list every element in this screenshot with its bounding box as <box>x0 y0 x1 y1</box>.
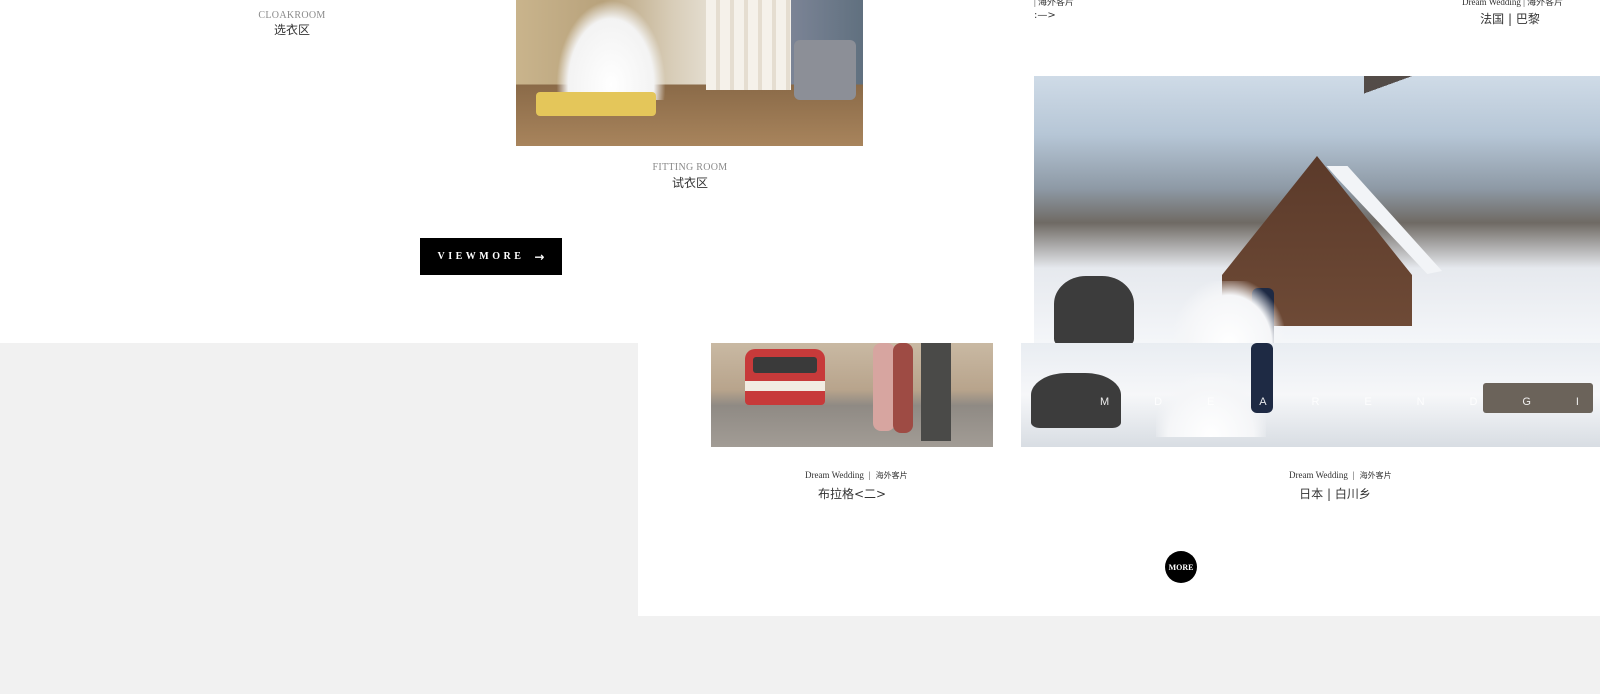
overlay-letter: N <box>1416 396 1426 408</box>
prague-meta: Dream Wedding | 海外客片 <box>805 470 908 481</box>
overlay-letter: M <box>1100 396 1111 408</box>
snow-rock <box>1054 276 1134 343</box>
sofa <box>794 40 856 100</box>
dress-platform <box>536 92 656 116</box>
lamp-post <box>921 343 951 441</box>
cloakroom-caption-zh: 选衣区 <box>273 23 310 37</box>
shirakawa-photo-lower[interactable] <box>1021 343 1600 447</box>
shirakawa-meta: Dream Wedding | 海外客片 <box>1289 470 1392 481</box>
overlay-letter: A <box>1259 396 1268 408</box>
bride-gown <box>1174 281 1284 343</box>
shirakawa-sep: | <box>1352 470 1355 480</box>
fitting-room-caption-en: FITTING ROOM <box>652 162 728 173</box>
tram-band <box>745 381 825 391</box>
overlay-letter: R <box>1311 396 1321 408</box>
overlay-letter: D <box>1154 396 1164 408</box>
cloakroom-caption-en: CLOAKROOM <box>258 10 326 21</box>
prague-sep: | <box>868 470 871 480</box>
overlay-letter: G <box>1522 396 1532 408</box>
tram-windows <box>753 357 817 373</box>
album-fragment-right-meta: Dream Wedding | 海外客片 <box>1462 0 1564 7</box>
bride-figure <box>873 343 895 431</box>
prague-photo[interactable] <box>711 343 993 447</box>
prague-title[interactable]: 布拉格<二> <box>772 485 932 502</box>
view-more-button[interactable]: VIEWMORE → <box>420 238 562 275</box>
album-fragment-right-title[interactable]: 法国 | 巴黎 <box>1440 10 1580 27</box>
wedding-dress <box>556 0 666 100</box>
shirakawa-title[interactable]: 日本 | 白川乡 <box>1255 485 1415 502</box>
overlay-letter: D <box>1469 396 1479 408</box>
prague-brand: Dream Wedding <box>805 470 864 480</box>
album-fragment-left-title[interactable]: :—> <box>1034 10 1056 21</box>
view-more-label: VIEWMORE <box>437 251 525 262</box>
more-button[interactable]: MORE <box>1165 551 1197 583</box>
fitting-room-caption-zh: 试衣区 <box>671 176 708 190</box>
arrow-right-icon: → <box>534 249 545 264</box>
album-fragment-left-meta: | 海外客片 <box>1034 0 1075 7</box>
fitting-room-photo[interactable] <box>516 0 863 146</box>
overlay-letter: I <box>1575 396 1580 408</box>
prague-category: 海外客片 <box>875 471 908 480</box>
shirakawa-photo[interactable] <box>1034 76 1600 343</box>
overlay-letter: E <box>1206 396 1216 408</box>
dress-rack <box>706 0 791 90</box>
groom-figure <box>893 343 913 433</box>
shirakawa-overlay-letters: M D E A R E N D G I <box>1100 396 1580 416</box>
shirakawa-category: 海外客片 <box>1359 471 1392 480</box>
overlay-letter: E <box>1364 396 1373 408</box>
shirakawa-brand: Dream Wedding <box>1289 470 1348 480</box>
